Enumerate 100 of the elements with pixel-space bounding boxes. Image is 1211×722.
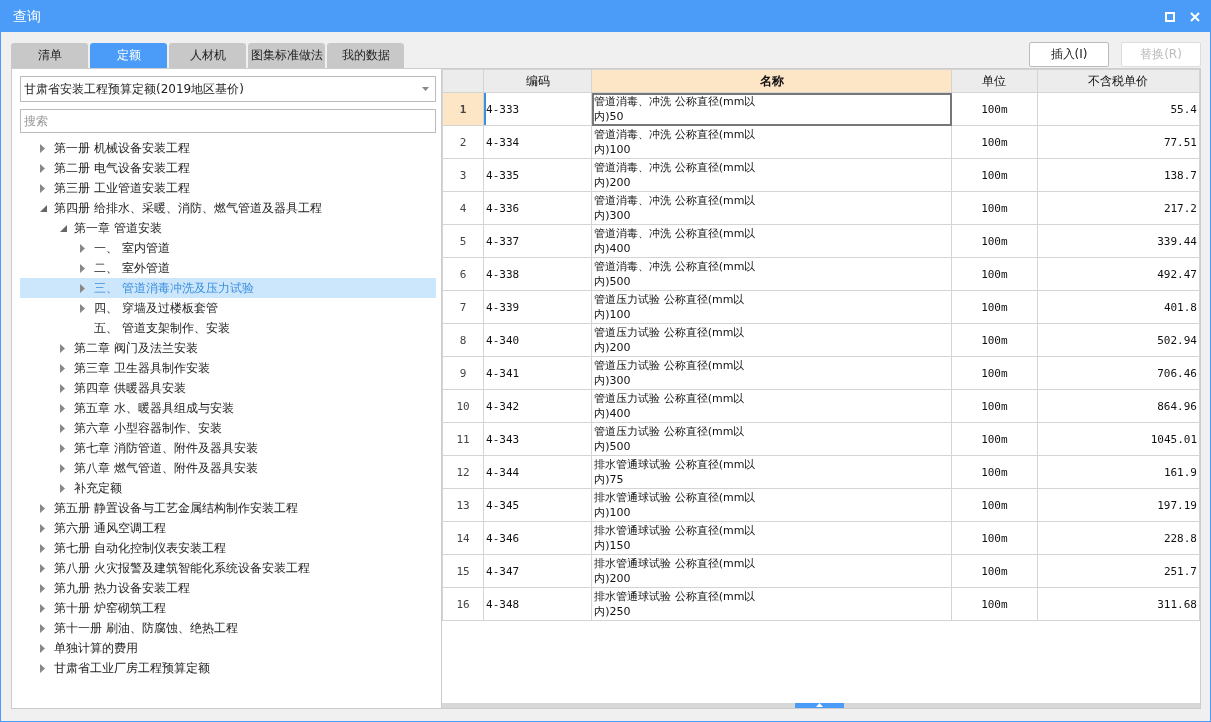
tree-item[interactable]: 第三章 卫生器具制作安装 [20,358,436,378]
row-number[interactable]: 4 [442,191,484,225]
tree-item[interactable]: 甘肃省工业厂房工程预算定额 [20,658,436,678]
action-button[interactable]: 插入(I) [1029,41,1109,67]
tree-item[interactable]: 第十册 炉窑砌筑工程 [20,598,436,618]
row-number[interactable]: 10 [442,389,484,423]
table-cell: 4-336 [483,191,592,225]
table-cell: 100m [951,191,1038,225]
row-number[interactable]: 13 [442,488,484,522]
tree-item[interactable]: 第三册 工业管道安装工程 [20,178,436,198]
tree-item[interactable]: 五、 管道支架制作、安装 [20,318,436,338]
row-number[interactable]: 1 [442,92,484,126]
tree-item[interactable]: 第七册 自动化控制仪表安装工程 [20,538,436,558]
row-number[interactable]: 14 [442,521,484,555]
table-cell: 77.51 [1037,125,1200,159]
table-cell: 4-335 [483,158,592,192]
tab[interactable]: 清单 [11,43,88,68]
tree-item[interactable]: 第五章 水、暖器具组成与安装 [20,398,436,418]
tree-label: 第四章 供暖器具安装 [74,379,186,397]
row-number[interactable]: 11 [442,422,484,456]
table-cell: 502.94 [1037,323,1200,357]
column-header[interactable]: 单位 [951,69,1038,93]
column-header[interactable]: 编码 [483,69,592,93]
tree-item[interactable]: 第十一册 刷油、防腐蚀、绝热工程 [20,618,436,638]
tree-item[interactable]: 第二册 电气设备安装工程 [20,158,436,178]
table-cell: 100m [951,356,1038,390]
table-cell: 100m [951,455,1038,489]
tab[interactable]: 人材机 [169,43,246,68]
table-cell: 排水管通球试验 公称直径(mm以内)100 [591,488,952,522]
table-cell: 管道消毒、冲洗 公称直径(mm以内)500 [591,257,952,291]
row-number[interactable]: 16 [442,587,484,621]
tree-item[interactable]: 一、 室内管道 [20,238,436,258]
table-cell: 排水管通球试验 公称直径(mm以内)200 [591,554,952,588]
tree-label: 第三册 工业管道安装工程 [54,179,190,197]
tree-item[interactable]: 第六章 小型容器制作、安装 [20,418,436,438]
expanded-arrow-icon[interactable] [40,204,47,212]
row-number[interactable]: 6 [442,257,484,291]
tree-item[interactable]: 四、 穿墙及过楼板套管 [20,298,436,318]
table-cell: 100m [951,554,1038,588]
tree-label: 第四册 给排水、采暖、消防、燃气管道及器具工程 [54,199,322,217]
tree-item[interactable]: 二、 室外管道 [20,258,436,278]
table-cell: 197.19 [1037,488,1200,522]
tree-label: 补充定额 [74,479,122,497]
window-title: 查询 [13,7,41,26]
table-cell: 4-334 [483,125,592,159]
expanded-arrow-icon[interactable] [60,224,67,232]
column-header[interactable]: 名称 [591,69,952,93]
table-cell: 100m [951,290,1038,324]
table-cell: 4-345 [483,488,592,522]
row-number[interactable]: 5 [442,224,484,258]
tree-item[interactable]: 第四册 给排水、采暖、消防、燃气管道及器具工程 [20,198,436,218]
table-cell: 排水管通球试验 公称直径(mm以内)75 [591,455,952,489]
column-header[interactable]: 不含税单价 [1037,69,1200,93]
table-cell: 管道消毒、冲洗 公称直径(mm以内)50 [591,92,952,126]
table-cell: 4-340 [483,323,592,357]
table-cell: 4-347 [483,554,592,588]
table-cell: 217.2 [1037,191,1200,225]
table-cell: 管道压力试验 公称直径(mm以内)100 [591,290,952,324]
table-cell: 100m [951,224,1038,258]
tree-item[interactable]: 第八册 火灾报警及建筑智能化系统设备安装工程 [20,558,436,578]
tree-item[interactable]: 第二章 阀门及法兰安装 [20,338,436,358]
tree-label: 第二册 电气设备安装工程 [54,159,190,177]
tree-item[interactable]: 第七章 消防管道、附件及器具安装 [20,438,436,458]
row-number[interactable]: 7 [442,290,484,324]
tree-item[interactable]: 第四章 供暖器具安装 [20,378,436,398]
tree-item[interactable]: 第五册 静置设备与工艺金属结构制作安装工程 [20,498,436,518]
table-cell: 4-337 [483,224,592,258]
tree-label: 第七章 消防管道、附件及器具安装 [74,439,258,457]
table-cell: 100m [951,158,1038,192]
tree-label: 第七册 自动化控制仪表安装工程 [54,539,226,557]
row-number[interactable]: 8 [442,323,484,357]
tab[interactable]: 图集标准做法 [248,43,325,68]
table-cell: 161.9 [1037,455,1200,489]
maximize-icon[interactable] [1165,11,1175,22]
scroll-thumb[interactable] [795,703,844,708]
table-cell: 4-338 [483,257,592,291]
tree-label: 五、 管道支架制作、安装 [94,319,230,337]
table-cell: 管道压力试验 公称直径(mm以内)200 [591,323,952,357]
tab[interactable]: 我的数据 [327,43,404,68]
tree-item[interactable]: 第一章 管道安装 [20,218,436,238]
tree-item[interactable]: 第六册 通风空调工程 [20,518,436,538]
tree-item[interactable]: 补充定额 [20,478,436,498]
table-cell: 4-346 [483,521,592,555]
library-dropdown[interactable]: 甘肃省安装工程预算定额(2019地区基价) [20,76,436,102]
table-cell: 管道消毒、冲洗 公称直径(mm以内)200 [591,158,952,192]
search-field[interactable]: 搜索 [20,109,436,133]
row-number[interactable]: 2 [442,125,484,159]
row-number[interactable]: 3 [442,158,484,192]
tree-item[interactable]: 单独计算的费用 [20,638,436,658]
row-number[interactable]: 12 [442,455,484,489]
scrollbar[interactable] [442,703,1200,708]
tree-item[interactable]: 第一册 机械设备安装工程 [20,138,436,158]
table-cell: 4-348 [483,587,592,621]
close-icon[interactable] [1190,11,1200,22]
table-cell: 管道消毒、冲洗 公称直径(mm以内)400 [591,224,952,258]
row-number[interactable]: 15 [442,554,484,588]
table-cell: 55.4 [1037,92,1200,126]
tree-item[interactable]: 第九册 热力设备安装工程 [20,578,436,598]
tree-item[interactable]: 第八章 燃气管道、附件及器具安装 [20,458,436,478]
row-number[interactable]: 9 [442,356,484,390]
